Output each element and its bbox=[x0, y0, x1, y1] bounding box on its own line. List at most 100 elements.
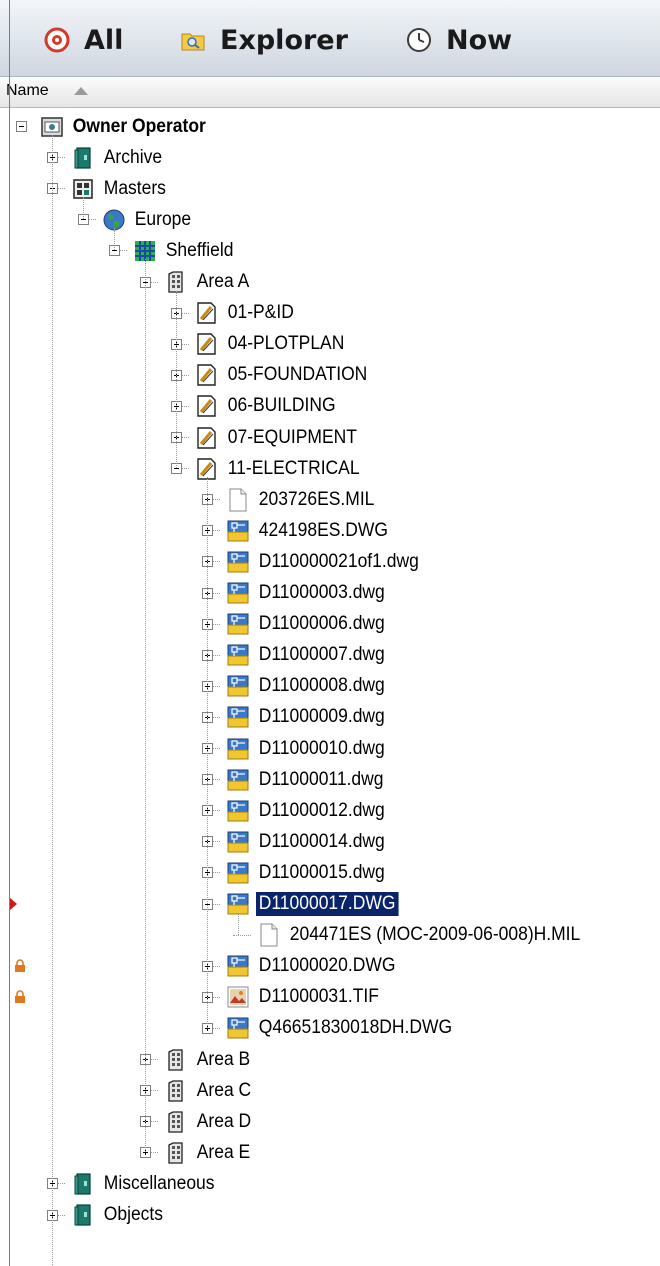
tree-guide-line bbox=[83, 197, 84, 220]
tree-item-label: 203726ES.MIL bbox=[258, 488, 375, 510]
tree-item[interactable]: 06-BUILDING bbox=[195, 391, 348, 422]
drawing-set-icon bbox=[195, 363, 219, 387]
dwg-icon bbox=[226, 519, 250, 543]
tree-item[interactable]: D11000014.dwg bbox=[226, 826, 399, 857]
drawing-set-icon bbox=[195, 426, 219, 450]
file-icon bbox=[226, 488, 250, 512]
tree-connector bbox=[233, 934, 251, 936]
tree-item-label: 424198ES.DWG bbox=[258, 519, 388, 541]
explorer-tab-label: Explorer bbox=[220, 24, 348, 56]
tree-guide-line bbox=[145, 259, 146, 1153]
all-tab[interactable]: All bbox=[44, 22, 123, 58]
tree-item-label: Europe bbox=[134, 208, 192, 230]
project-tree: Owner Operator Archive Masters Europe Sheffi… bbox=[0, 110, 660, 1266]
building-icon bbox=[164, 1141, 188, 1165]
tree-item-label: 01-P&ID bbox=[227, 302, 294, 324]
tree-item[interactable]: D11000007.dwg bbox=[226, 640, 399, 671]
all-tab-label: All bbox=[84, 24, 124, 56]
dwg-icon bbox=[226, 954, 250, 978]
dwg-icon bbox=[226, 674, 250, 698]
tree-item-label: Area E bbox=[196, 1141, 251, 1163]
tree-item[interactable]: D11000017.DWG bbox=[226, 889, 411, 920]
tree-item-label: Area A bbox=[196, 271, 250, 292]
tree-item[interactable]: Miscellaneous bbox=[71, 1168, 227, 1199]
tree-item[interactable]: 04-PLOTPLAN bbox=[195, 329, 358, 360]
tree-item-label: 07-EQUIPMENT bbox=[227, 426, 357, 448]
tree-item[interactable]: 05-FOUNDATION bbox=[195, 360, 383, 391]
building-icon bbox=[164, 1110, 188, 1134]
now-tab[interactable]: Now bbox=[406, 22, 512, 58]
name-column-label: Name bbox=[6, 82, 49, 99]
tree-item-label: Objects bbox=[103, 1204, 164, 1225]
tree-item-label: D11000012.dwg bbox=[258, 799, 385, 821]
tree-guide-line bbox=[176, 290, 177, 469]
dwg-icon bbox=[226, 799, 250, 823]
dwg-icon bbox=[226, 768, 250, 792]
tree-item[interactable]: 203726ES.MIL bbox=[226, 484, 388, 515]
tree-item[interactable]: Area B bbox=[164, 1044, 258, 1075]
collapse-toggle[interactable] bbox=[16, 121, 27, 132]
tree-item[interactable]: Area C bbox=[164, 1075, 259, 1106]
building-icon bbox=[164, 1079, 188, 1103]
tree-item[interactable]: Europe bbox=[102, 204, 199, 235]
tree-item-label: Archive bbox=[103, 146, 163, 168]
tree-item[interactable]: D11000011.dwg bbox=[226, 764, 398, 795]
toolbar: All Explorer Now bbox=[0, 0, 660, 77]
teal-book-icon bbox=[71, 146, 95, 170]
name-column-header[interactable]: Name bbox=[0, 77, 660, 108]
dwg-icon bbox=[226, 612, 250, 636]
current-item-marker-icon bbox=[10, 897, 17, 910]
tree-item[interactable]: D11000015.dwg bbox=[226, 857, 399, 888]
tree-item-label: Area D bbox=[196, 1110, 252, 1132]
tree-item[interactable]: Masters bbox=[71, 173, 175, 204]
dwg-icon bbox=[226, 861, 250, 885]
tree-item[interactable]: D11000010.dwg bbox=[226, 733, 399, 764]
tree-item-label: D11000010.dwg bbox=[258, 737, 385, 759]
tree-item[interactable]: 424198ES.DWG bbox=[226, 515, 402, 546]
dwg-icon bbox=[226, 737, 250, 761]
sort-ascending-icon bbox=[74, 87, 88, 95]
tree-item[interactable]: Q46651830018DH.DWG bbox=[226, 1013, 472, 1044]
tree-item[interactable]: D11000009.dwg bbox=[226, 702, 399, 733]
tree-item-label: D11000020.DWG bbox=[258, 955, 396, 977]
tree-item-label: 05-FOUNDATION bbox=[227, 364, 368, 386]
dwg-icon bbox=[226, 1016, 250, 1040]
tree-item[interactable]: D11000020.DWG bbox=[226, 951, 411, 982]
tree-item[interactable]: Area D bbox=[164, 1106, 259, 1137]
tree-item-label: D11000014.dwg bbox=[258, 830, 385, 852]
tree-item[interactable]: 204471ES (MOC-2009-06-008)H.MIL bbox=[257, 920, 609, 951]
tree-item[interactable]: D11000008.dwg bbox=[226, 671, 399, 702]
tree-item-label: Masters bbox=[103, 177, 166, 199]
explorer-tab[interactable]: Explorer bbox=[180, 22, 348, 58]
tree-item[interactable]: 11-ELECTRICAL bbox=[195, 453, 374, 484]
tree-item[interactable]: Owner Operator bbox=[40, 111, 221, 142]
tree-item[interactable]: Area A bbox=[164, 267, 257, 298]
tree-item-label: D11000017.DWG bbox=[255, 891, 400, 917]
tree-item[interactable]: Archive bbox=[71, 142, 170, 173]
tree-item-label: 06-BUILDING bbox=[227, 395, 336, 417]
tree-item[interactable]: Sheffield bbox=[133, 235, 243, 266]
tree-item[interactable]: D11000031.TIF bbox=[226, 982, 393, 1013]
tree-item[interactable]: 07-EQUIPMENT bbox=[195, 422, 371, 453]
tree-item[interactable]: 01-P&ID bbox=[195, 298, 303, 329]
folder-search-icon bbox=[180, 27, 206, 53]
drawing-set-icon bbox=[195, 301, 219, 325]
tree-item-label: D11000006.dwg bbox=[258, 613, 385, 635]
tree-item-label: 04-PLOTPLAN bbox=[227, 333, 345, 355]
tif-icon bbox=[226, 985, 250, 1009]
tree-item[interactable]: Area E bbox=[164, 1137, 258, 1168]
tree-item-label: Area B bbox=[196, 1048, 251, 1070]
tree-guide-line bbox=[238, 912, 239, 935]
dwg-icon bbox=[226, 705, 250, 729]
tree-guide-line bbox=[114, 228, 115, 251]
tree-item[interactable]: D11000012.dwg bbox=[226, 795, 399, 826]
tree-item[interactable]: D110000021of1.dwg bbox=[226, 546, 436, 577]
tree-item[interactable]: D11000003.dwg bbox=[226, 578, 399, 609]
tree-item-label: D11000007.dwg bbox=[258, 644, 385, 666]
tree-item-label: Miscellaneous bbox=[103, 1172, 215, 1194]
tree-item-label: D11000015.dwg bbox=[258, 861, 385, 883]
tree-item[interactable]: D11000006.dwg bbox=[226, 609, 399, 640]
lock-icon bbox=[14, 990, 26, 1009]
tree-item-label: Q46651830018DH.DWG bbox=[258, 1017, 453, 1039]
tree-item[interactable]: Objects bbox=[71, 1200, 171, 1231]
